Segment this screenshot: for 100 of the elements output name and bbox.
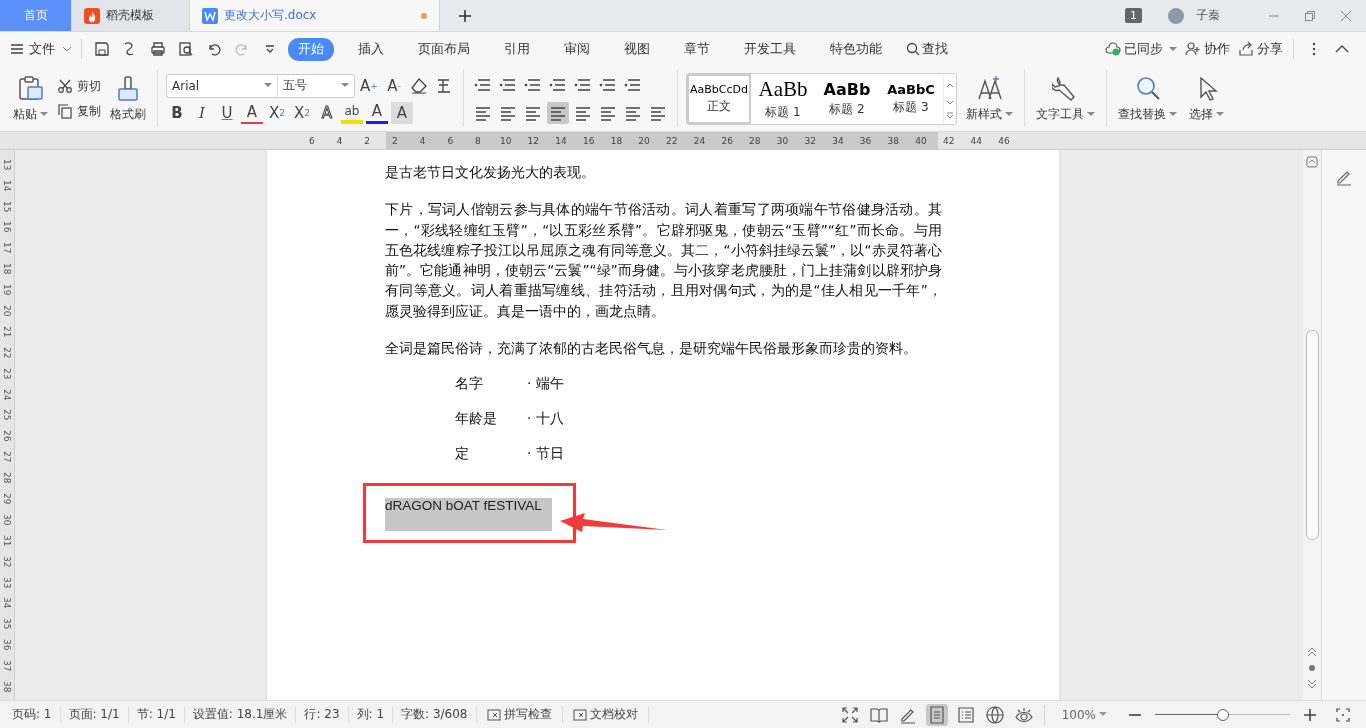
next-page-icon[interactable] [1306,678,1318,690]
ribbon-tab[interactable]: 审阅 [554,37,600,61]
ruler-number: 15 [1,199,13,214]
highlight-button[interactable]: ab [341,101,363,124]
search-button[interactable]: 查找 [906,40,948,58]
window-count-badge[interactable]: 1 [1125,8,1142,23]
browse-object-icon[interactable] [1306,662,1318,674]
ruler-number: 12 [526,135,541,146]
document-icon [202,7,218,24]
ruler-number: 24 [1,387,13,402]
ruler-number: 31 [1,533,13,549]
share-button[interactable]: 分享 [1238,40,1283,58]
template-tab[interactable]: 稻壳模板 [72,0,190,31]
zoom-slider[interactable] [1155,708,1290,721]
ruler-number: 36 [858,135,873,146]
previous-page-icon[interactable] [1306,646,1318,658]
print-preview-icon[interactable] [178,41,194,57]
file-menu[interactable]: 文件 [10,40,71,58]
ruler-number: 20 [637,135,651,146]
ribbon-tab[interactable]: 视图 [614,37,660,61]
status-text: 页码: 1 [4,706,61,723]
cut-button[interactable]: 剪切 [57,77,101,95]
scissors-icon [57,78,73,94]
find-replace-button[interactable]: 查找替换 [1115,72,1180,125]
style-option[interactable]: AaBbCcDd 正文 [687,73,751,124]
ribbon-tab[interactable]: 特色功能 [820,37,892,61]
scroll-thumb[interactable] [1305,330,1319,540]
ruler-number: 24 [692,135,707,146]
vertical-ruler[interactable]: 13 14 15 16 17 18 19 20 21 22 23 24 25 26 27 28 29 30 31 32 33 34 35 36 37 38 [0,150,15,700]
superscript-button[interactable]: X$^{2}$ [266,101,288,124]
italic-button[interactable]: I [191,101,213,124]
proofread-button[interactable]: 文档校对 [562,706,649,723]
ribbon-tab[interactable]: 章节 [674,37,720,61]
format-painter-button[interactable]: 格式刷 [107,72,149,125]
page-view-button[interactable] [925,703,948,726]
ruler-number: 6 [446,135,455,146]
crossed-box-icon [572,707,587,722]
restore-icon[interactable] [1304,9,1316,22]
caret-icon [1087,111,1095,117]
ruler-number: 18 [1,262,13,277]
field-label: 年龄是 [455,410,498,429]
web-view-button[interactable] [983,703,1006,726]
ruler-number: 2 [363,135,372,146]
close-icon[interactable] [1340,9,1352,22]
strikethrough-button[interactable]: A [241,101,263,124]
shading-button[interactable]: A [391,101,413,124]
new-style-button[interactable]: 新样式 [963,72,1016,125]
user-name[interactable]: 子秦 [1196,7,1220,24]
ribbon-tab[interactable]: 页面布局 [408,37,480,61]
style-option[interactable]: AaBb 标题 1 [751,73,815,124]
fit-window-icon[interactable] [1336,707,1350,722]
style-option[interactable]: AaBb 标题 2 [815,73,879,124]
copy-button[interactable]: 复制 [57,102,101,120]
zoom-in-icon[interactable] [1303,707,1317,722]
undo-icon[interactable] [206,41,222,57]
status-text: 节: 1/1 [128,706,185,723]
style-option[interactable]: AaBbC 标题 3 [879,73,943,124]
ruler-number: 23 [1,366,13,382]
text-tools-button[interactable]: 文字工具 [1033,72,1098,125]
ribbon-tab[interactable]: 引用 [494,37,540,61]
ruler-number: 36 [1,638,13,653]
avatar-circle[interactable] [1168,7,1184,24]
zoom-slider-thumb[interactable] [1216,708,1229,721]
ruler-number: 32 [1,554,13,570]
ruler-number: 40 [914,135,928,146]
caret-icon [1216,111,1224,117]
document-tab[interactable]: 更改大小写.docx [190,0,440,31]
ruler-number: 34 [1,596,13,611]
add-tab-icon[interactable] [458,8,472,23]
ruler-number: 13 [1,157,13,173]
bold-button[interactable]: B [166,101,188,124]
shrink-font-button[interactable]: A$^{-}$ [383,74,405,97]
ruler-number: 4 [418,135,427,146]
spell-check-button[interactable]: 拼写检查 [476,706,563,723]
status-text: 设置值: 18.1厘米 [184,706,297,723]
sync-button[interactable]: 已同步 [1105,40,1177,58]
ruler-number: 46 [997,135,1011,146]
select-button[interactable]: 选择 [1186,72,1227,125]
ribbon-tab[interactable]: 开发工具 [734,37,806,61]
save-icon[interactable] [94,41,110,57]
ruler-number: 22 [1,345,13,361]
ruler-number: 22 [665,135,679,146]
grow-font-button[interactable]: A$^{+}$ [358,74,380,97]
underline-button[interactable]: U [216,101,238,124]
share-icon [1238,41,1254,57]
ruler-number: 6 [307,135,316,146]
ruler-number: 28 [1,471,13,486]
ribbon-tab[interactable]: 插入 [348,37,394,61]
paste-button[interactable]: 粘贴 [10,72,51,125]
ruler-number: 38 [886,135,900,146]
font-color-button[interactable]: A [366,101,388,124]
field-value: · 十八 [527,410,564,429]
page-up-icon[interactable] [1306,156,1318,168]
flame-logo-icon [84,7,100,24]
collaborate-button[interactable]: 协作 [1185,40,1230,58]
zoom-level-dropdown[interactable]: 100% [1061,707,1107,722]
print-icon[interactable] [150,41,166,57]
ruler-number: 8 [474,135,482,146]
caret-icon [63,46,71,52]
justify-icon[interactable] [547,101,569,124]
